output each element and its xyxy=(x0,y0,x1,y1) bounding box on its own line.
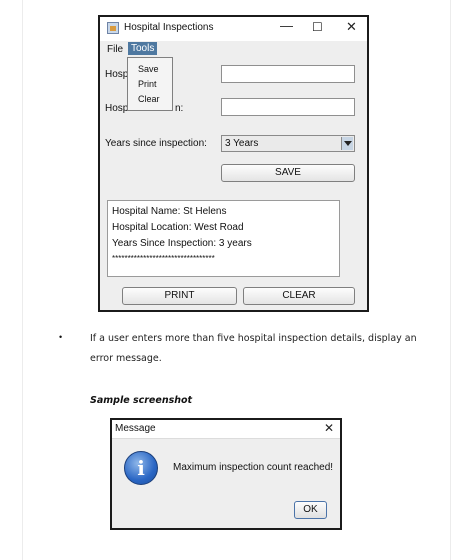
hospital-inspections-window: Hospital Inspections — ☐ ✕ File Tools Ho… xyxy=(98,15,369,312)
sample-screenshot-caption: Sample screenshot xyxy=(90,395,193,406)
hospital-location-input[interactable] xyxy=(221,98,355,116)
dialog-close-button[interactable]: ✕ xyxy=(324,421,334,435)
maximize-button[interactable]: ☐ xyxy=(312,20,323,34)
years-since-inspection-label: Years since inspection: xyxy=(105,138,207,149)
dialog-titlebar: Message ✕ xyxy=(112,420,340,439)
bullet-point: • xyxy=(59,332,63,342)
close-button[interactable]: ✕ xyxy=(346,19,357,35)
hospital-name-input[interactable] xyxy=(221,65,355,83)
hospital-name-label: Hosp xyxy=(105,69,129,80)
requirement-paragraph: If a user enters more than five hospital… xyxy=(90,333,417,364)
output-line: Years Since Inspection: 3 years xyxy=(112,238,252,249)
page-margin-right xyxy=(450,0,451,560)
tools-dropdown-menu: Save Print Clear xyxy=(127,57,173,111)
years-selected-value: 3 Years xyxy=(225,138,259,149)
clear-button[interactable]: CLEAR xyxy=(243,287,355,305)
window-titlebar: Hospital Inspections — ☐ ✕ xyxy=(100,17,367,42)
menu-item-save[interactable]: Save xyxy=(138,64,159,74)
years-since-inspection-select[interactable]: 3 Years xyxy=(221,135,355,152)
dialog-title: Message xyxy=(115,423,156,434)
hospital-location-label-tail: n: xyxy=(175,103,184,114)
menu-item-clear[interactable]: Clear xyxy=(138,94,160,104)
print-button[interactable]: PRINT xyxy=(122,287,237,305)
output-line: Hospital Location: West Road xyxy=(112,222,244,233)
java-app-icon xyxy=(107,22,119,34)
save-button[interactable]: SAVE xyxy=(221,164,355,182)
output-line: Hospital Name: St Helens xyxy=(112,206,227,217)
menu-item-print[interactable]: Print xyxy=(138,79,157,89)
window-title: Hospital Inspections xyxy=(124,22,214,33)
ok-button[interactable]: OK xyxy=(294,501,327,519)
minimize-button[interactable]: — xyxy=(280,18,293,33)
page-margin-left xyxy=(22,0,23,560)
output-line: ********************************* xyxy=(112,254,215,263)
info-icon: i xyxy=(124,451,158,485)
output-text-area[interactable]: Hospital Name: St Helens Hospital Locati… xyxy=(107,200,340,277)
hospital-location-label: Hosp xyxy=(105,103,129,114)
menu-file[interactable]: File xyxy=(107,44,123,55)
dialog-message: Maximum inspection count reached! xyxy=(173,462,334,473)
message-dialog: Message ✕ i Maximum inspection count rea… xyxy=(110,418,342,530)
menu-tools[interactable]: Tools xyxy=(128,42,158,55)
chevron-down-icon[interactable] xyxy=(341,137,353,150)
